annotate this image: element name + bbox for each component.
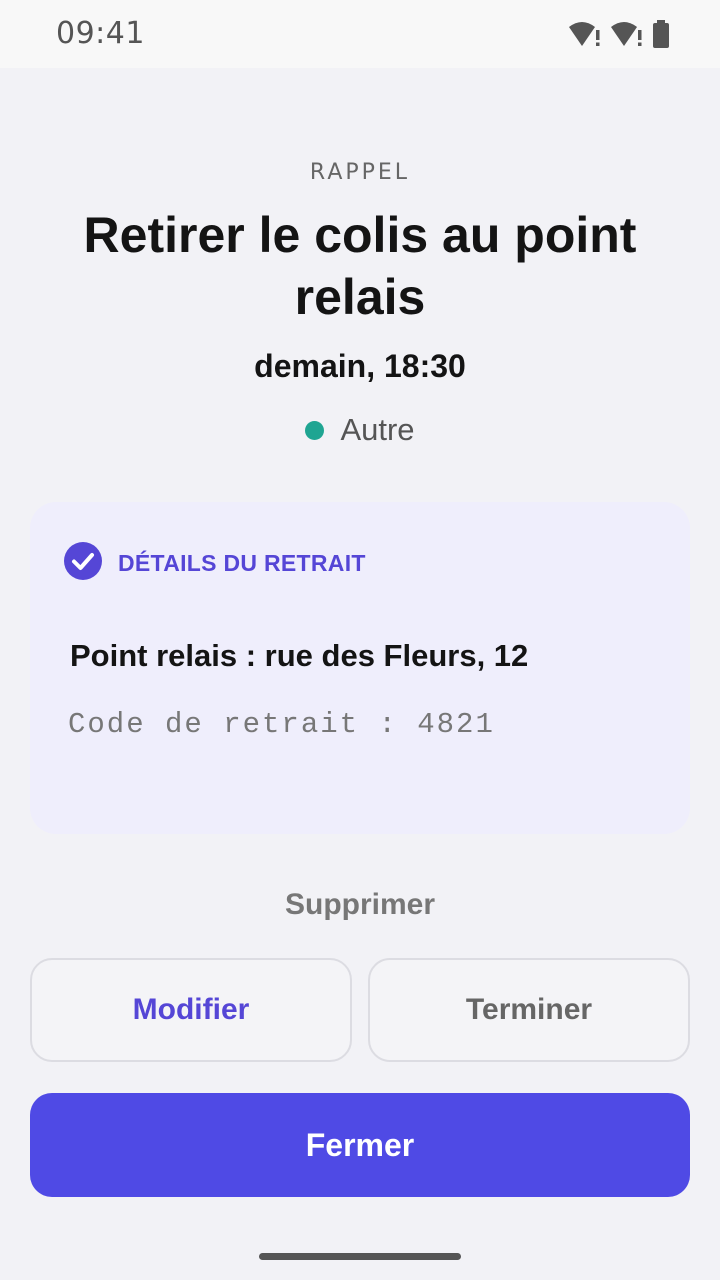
category-dot-icon xyxy=(305,420,325,440)
pickup-details-card: DÉTAILS DU RETRAIT Point relais : rue de… xyxy=(30,502,690,834)
complete-button[interactable]: Terminer xyxy=(368,958,690,1062)
edit-button[interactable]: Modifier xyxy=(30,958,352,1062)
home-indicator[interactable] xyxy=(259,1253,461,1260)
status-icons xyxy=(568,20,670,48)
category-label: Autre xyxy=(340,412,415,447)
status-bar: 09:41 xyxy=(0,0,720,68)
check-circle-icon xyxy=(64,542,102,585)
wifi-alert-icon xyxy=(610,20,644,48)
delete-button[interactable]: Supprimer xyxy=(0,888,720,922)
close-button[interactable]: Fermer xyxy=(30,1093,690,1197)
card-header: DÉTAILS DU RETRAIT xyxy=(64,542,366,585)
reminder-category: Autre xyxy=(0,412,720,448)
reminder-eyebrow: RAPPEL xyxy=(309,160,411,185)
reminder-datetime: demain, 18:30 xyxy=(254,348,466,384)
wifi-alert-icon xyxy=(568,20,602,48)
battery-icon xyxy=(652,20,670,48)
reminder-title: Retirer le colis au point relais xyxy=(83,207,637,325)
pickup-location: Point relais : rue des Fleurs, 12 xyxy=(70,638,529,673)
pickup-code: Code de retrait : 4821 xyxy=(68,708,495,741)
card-heading: DÉTAILS DU RETRAIT xyxy=(118,550,366,576)
status-time: 09:41 xyxy=(56,16,145,51)
